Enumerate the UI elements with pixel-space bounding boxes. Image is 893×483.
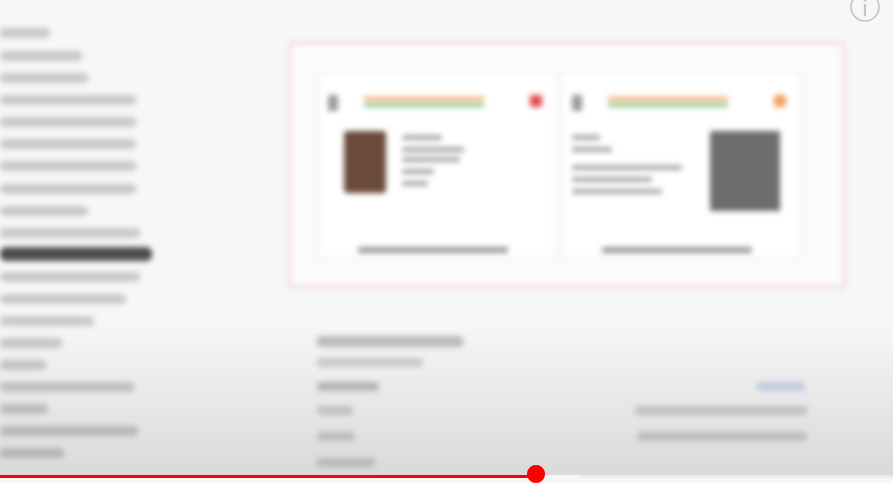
sidebar-item <box>0 51 82 61</box>
tricolor-stripe <box>608 97 728 107</box>
sidebar-item <box>0 139 136 149</box>
info-icon <box>850 0 880 22</box>
section-label <box>317 382 379 391</box>
detail-value <box>637 432 807 441</box>
sidebar-item <box>0 228 140 238</box>
sidebar-item <box>0 184 136 194</box>
sidebar-item <box>0 294 126 304</box>
sidebar-item <box>0 206 88 216</box>
sidebar-item <box>0 316 94 326</box>
card-front <box>317 72 557 260</box>
section-subtext <box>317 358 423 367</box>
card-number <box>358 247 508 253</box>
info-icon[interactable] <box>850 0 880 26</box>
detail-key <box>317 406 353 415</box>
qr-code <box>710 131 780 211</box>
scrubber-handle[interactable] <box>527 465 545 483</box>
emblem-icon <box>572 95 582 111</box>
section-link[interactable] <box>757 382 805 391</box>
sidebar-item <box>0 73 88 83</box>
logo-icon <box>530 95 542 107</box>
sidebar-item <box>0 117 136 127</box>
card-preview-frame <box>289 42 845 288</box>
logo-icon <box>774 95 786 107</box>
sidebar-item <box>0 448 64 458</box>
detail-key <box>317 458 375 467</box>
sidebar-item <box>0 360 46 370</box>
sidebar-item-active <box>0 247 152 261</box>
sidebar-item <box>0 272 140 282</box>
tricolor-stripe <box>364 97 484 107</box>
section-heading <box>317 336 463 347</box>
card-back <box>561 72 801 260</box>
sidebar-item <box>0 28 50 38</box>
details-section <box>317 330 817 478</box>
sidebar-item <box>0 95 136 105</box>
sidebar <box>0 18 170 478</box>
sidebar-item <box>0 426 138 436</box>
sidebar-item <box>0 338 62 348</box>
sidebar-item <box>0 404 48 414</box>
emblem-icon <box>328 95 338 111</box>
sidebar-item <box>0 382 134 392</box>
sidebar-item <box>0 161 136 171</box>
card-number <box>602 247 752 253</box>
blurred-page-content <box>0 0 893 478</box>
card-photo <box>344 131 386 193</box>
detail-value <box>635 406 807 415</box>
detail-key <box>317 432 355 441</box>
